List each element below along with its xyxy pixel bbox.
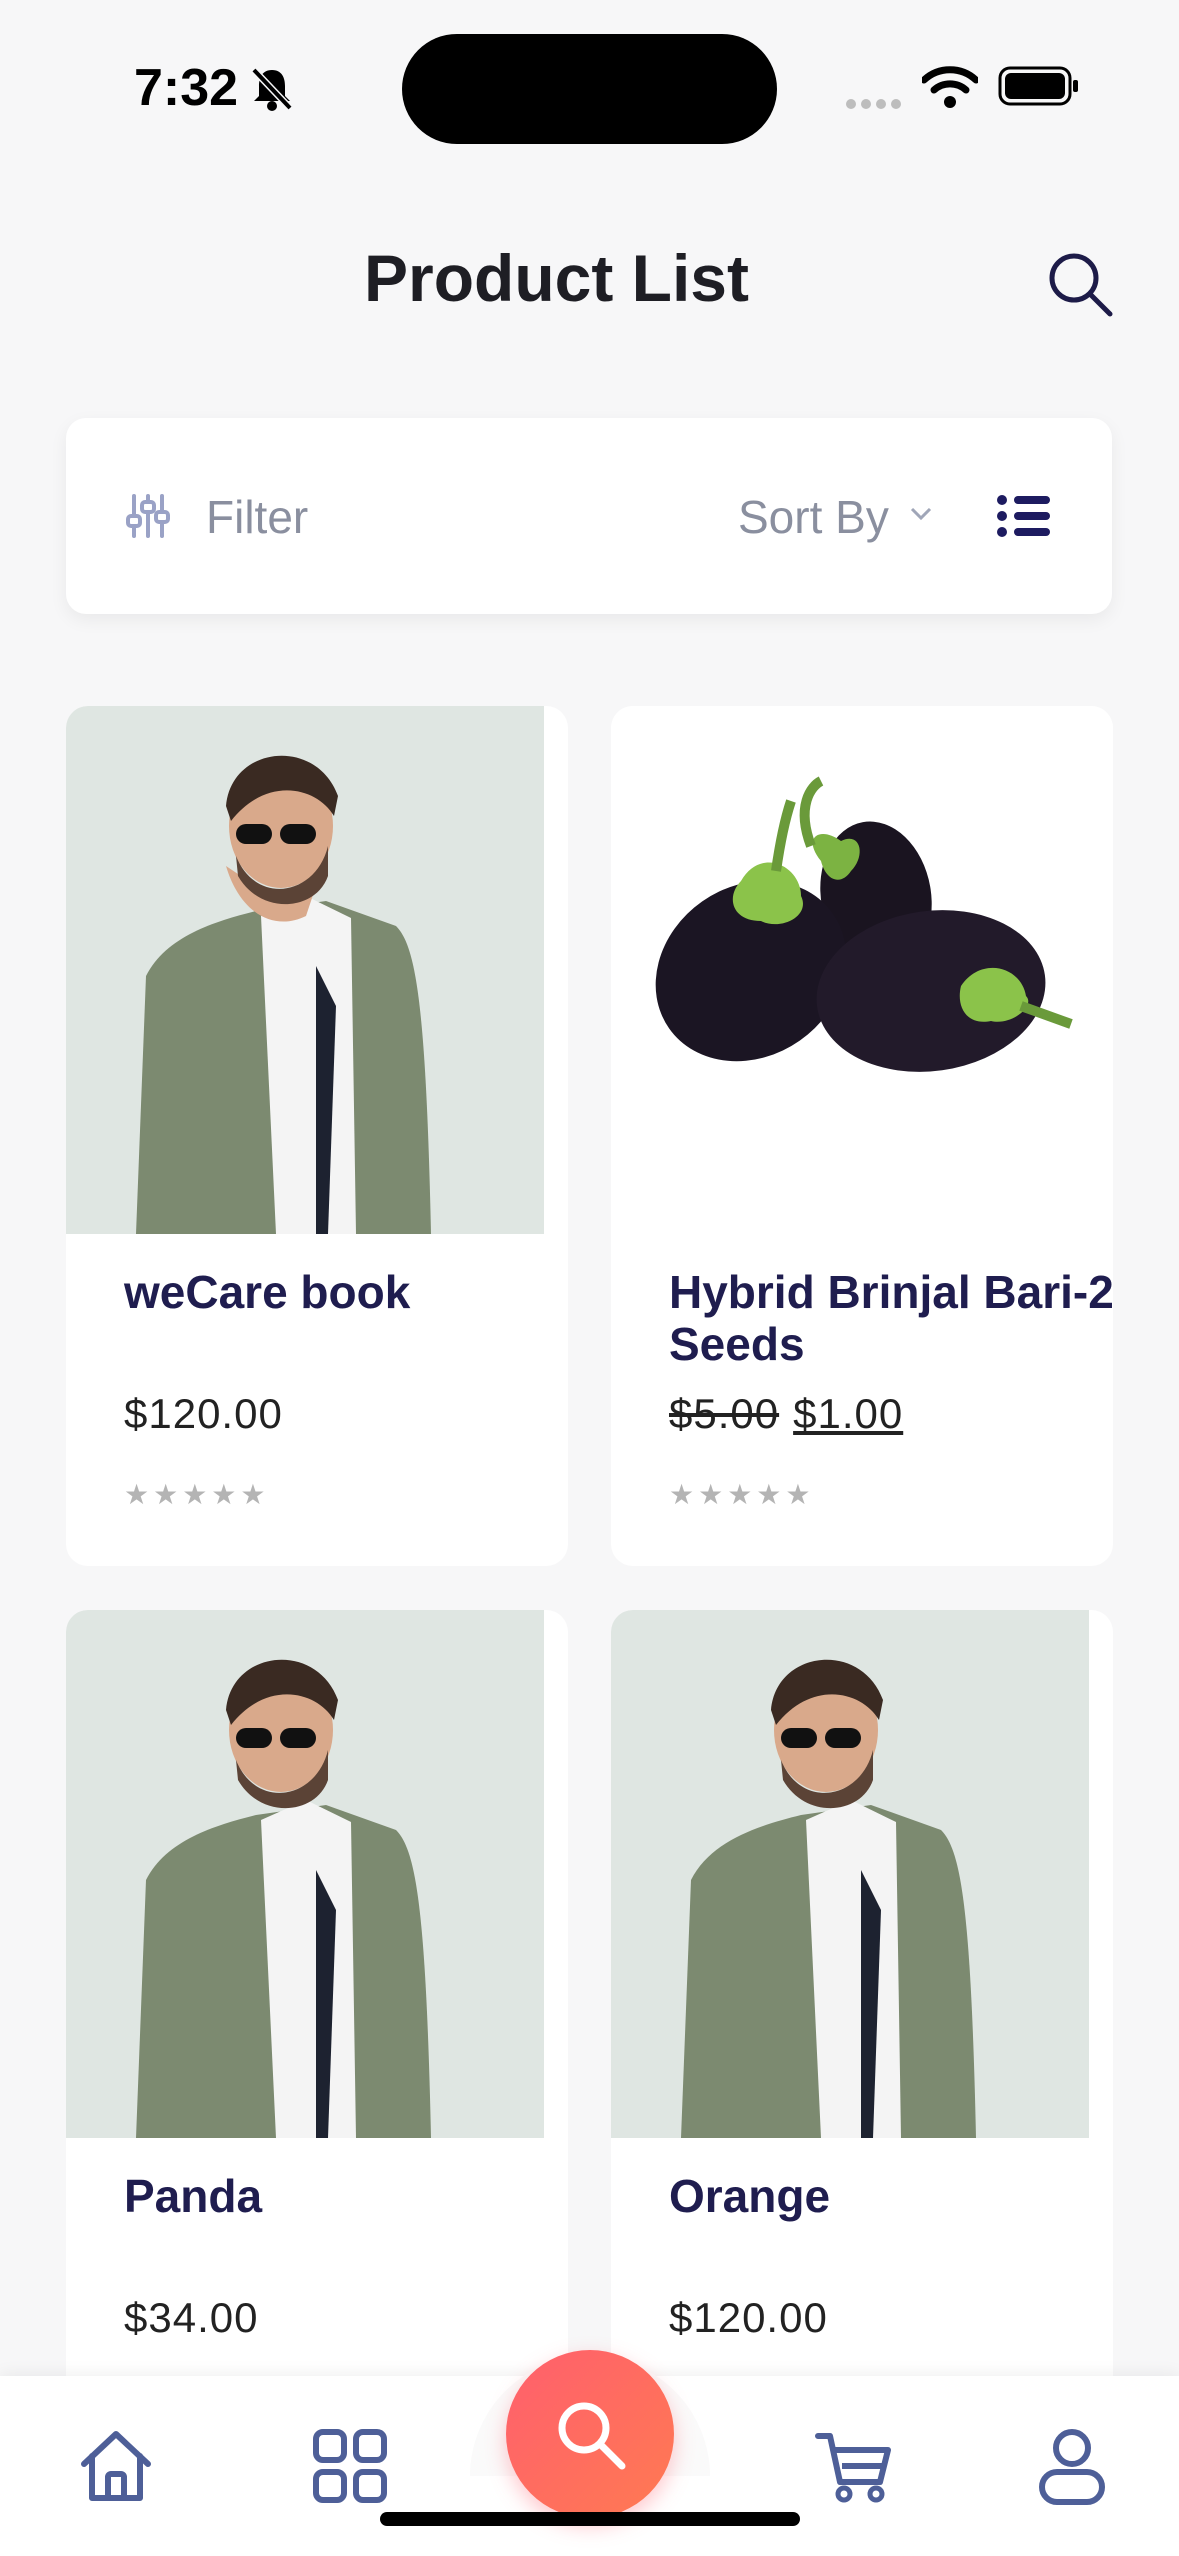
cellular-signal-icon <box>846 96 906 114</box>
profile-icon[interactable] <box>1032 2426 1112 2506</box>
page-title: Product List <box>363 241 749 315</box>
chevron-down-icon <box>910 507 932 521</box>
product-name[interactable]: Panda <box>124 2170 568 2222</box>
list-view-icon[interactable] <box>996 492 1052 540</box>
product-image <box>66 1610 544 2138</box>
home-icon[interactable] <box>76 2426 156 2506</box>
sale-price: $1.00 <box>793 1390 904 1437</box>
bell-muted-icon <box>251 67 293 111</box>
wifi-icon <box>922 66 978 108</box>
product-name[interactable]: weCare book <box>124 1266 568 1318</box>
filter-sliders-icon[interactable] <box>126 492 170 540</box>
sort-by-button[interactable]: Sort By <box>738 490 889 544</box>
search-fab-button[interactable] <box>506 2350 674 2518</box>
search-icon[interactable] <box>1046 250 1114 318</box>
cart-icon[interactable] <box>814 2426 894 2506</box>
filter-sort-bar: Filter Sort By <box>66 418 1112 614</box>
product-price: $5.00 $1.00 <box>669 1390 903 1438</box>
original-price: $5.00 <box>669 1390 780 1437</box>
product-name[interactable]: Hybrid Brinjal Bari-2 Seeds <box>669 1266 1113 1370</box>
categories-icon[interactable] <box>310 2426 390 2506</box>
filter-button[interactable]: Filter <box>206 490 308 544</box>
product-price: $120.00 <box>669 2294 828 2341</box>
product-card[interactable]: Orange $120.00 <box>611 1610 1113 2470</box>
product-image <box>611 706 1113 1234</box>
battery-icon <box>998 66 1078 106</box>
dynamic-island <box>402 34 777 144</box>
product-image <box>611 1610 1089 2138</box>
product-card[interactable]: weCare book $120.00 ★★★★★ <box>66 706 568 1566</box>
product-price: $120.00 <box>124 1390 283 1437</box>
rating-stars: ★★★★★ <box>124 1479 270 1510</box>
product-card[interactable]: Panda $34.00 <box>66 1610 568 2470</box>
product-image <box>66 706 544 1234</box>
rating-stars: ★★★★★ <box>669 1479 815 1510</box>
home-indicator <box>380 2512 800 2526</box>
product-name[interactable]: Orange <box>669 2170 1113 2222</box>
status-time: 7:32 <box>134 59 239 117</box>
product-card[interactable]: Hybrid Brinjal Bari-2 Seeds $5.00 $1.00 ★… <box>611 706 1113 1566</box>
product-price: $34.00 <box>124 2294 259 2341</box>
search-icon <box>558 2402 626 2470</box>
